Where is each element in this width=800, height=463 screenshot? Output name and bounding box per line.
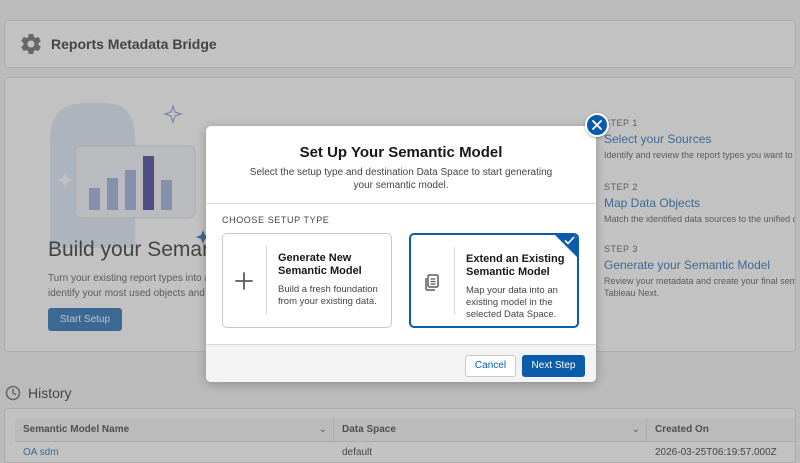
option-extend-existing[interactable]: Extend an Existing Semantic Model Map yo… [409,233,579,328]
divider [206,203,596,204]
plus-icon [235,272,253,290]
next-step-button[interactable]: Next Step [522,355,585,377]
setup-modal: Set Up Your Semantic Model Select the se… [206,126,596,382]
modal-footer: Cancel Next Step [206,344,596,382]
section-label: CHOOSE SETUP TYPE [222,215,330,225]
checkmark-icon [564,236,575,245]
modal-subtitle: Select the setup type and destination Da… [249,167,553,191]
close-button[interactable] [585,113,609,137]
close-icon [592,120,602,130]
option-generate-new[interactable]: Generate New Semantic Model Build a fres… [222,233,392,328]
cancel-button[interactable]: Cancel [465,355,516,377]
modal-title: Set Up Your Semantic Model [299,144,503,161]
option-description: Build a fresh foundation from your exist… [278,284,378,307]
option-divider [266,246,267,314]
option-title: Generate New Semantic Model [278,252,362,277]
option-description: Map your data into an existing model in … [466,285,558,320]
copy-icon [425,274,439,291]
option-divider [454,247,455,315]
